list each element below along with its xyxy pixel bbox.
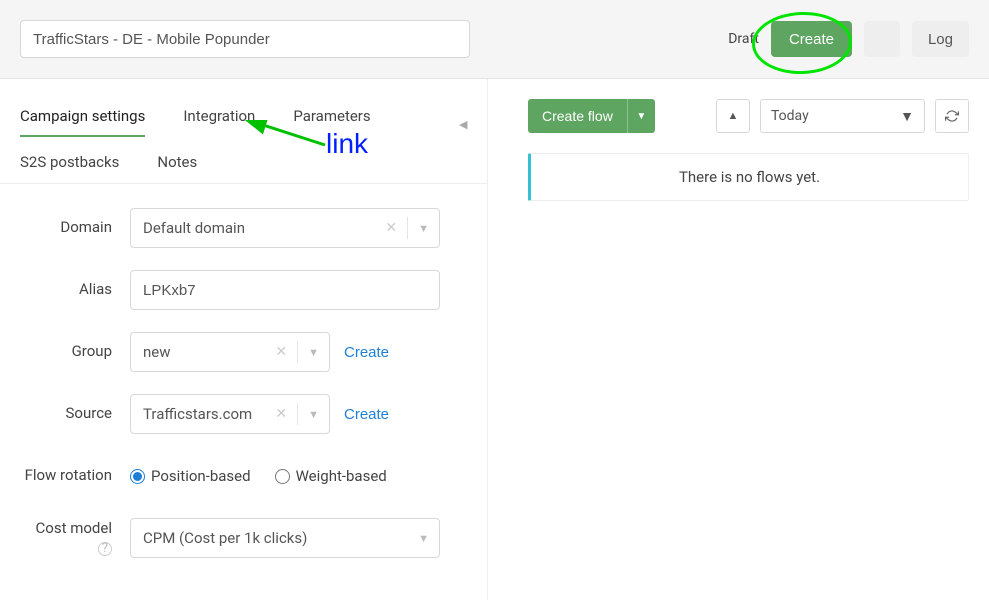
tab-integration[interactable]: Integration xyxy=(183,97,255,137)
row-domain: Domain Default domain ✕ ▼ xyxy=(20,208,467,248)
chevron-down-icon: ▼ xyxy=(300,346,319,359)
tab-notes[interactable]: Notes xyxy=(157,143,197,183)
tabs: Campaign settings Integration Parameters… xyxy=(0,79,487,184)
flow-toolbar: Create flow ▼ ▲ Today ▼ xyxy=(528,99,969,133)
caret-up-button[interactable]: ▲ xyxy=(716,99,750,133)
tab-row-2: S2S postbacks Notes xyxy=(20,137,467,183)
create-flow-dropdown[interactable]: ▼ xyxy=(627,99,655,133)
label-alias: Alias xyxy=(20,280,130,300)
left-column: Campaign settings Integration Parameters… xyxy=(0,79,488,600)
status-label: Draft xyxy=(728,31,759,47)
group-select[interactable]: new ✕ ▼ xyxy=(130,332,330,372)
chevron-down-icon: ▼ xyxy=(410,222,429,235)
radio-label: Weight-based xyxy=(296,467,387,485)
source-value: Trafficstars.com xyxy=(143,405,271,423)
create-group-link[interactable]: Create xyxy=(344,344,389,361)
label-flow-rotation: Flow rotation xyxy=(20,466,130,486)
create-source-link[interactable]: Create xyxy=(344,406,389,423)
row-alias: Alias xyxy=(20,270,467,310)
tab-parameters[interactable]: Parameters xyxy=(293,97,370,137)
tab-campaign-settings[interactable]: Campaign settings xyxy=(20,97,145,137)
tab-collapse-icon[interactable]: ◀ xyxy=(459,118,467,126)
create-flow-button[interactable]: Create flow xyxy=(528,99,627,133)
row-source: Source Trafficstars.com ✕ ▼ Create xyxy=(20,394,467,434)
help-icon[interactable]: ? xyxy=(98,542,112,556)
cost-model-value: CPM (Cost per 1k clicks) xyxy=(143,529,410,547)
radio-label: Position-based xyxy=(151,467,251,485)
empty-flows-message: There is no flows yet. xyxy=(528,153,969,201)
right-column: Create flow ▼ ▲ Today ▼ There is no flow… xyxy=(488,79,989,600)
label-group: Group xyxy=(20,342,130,362)
domain-value: Default domain xyxy=(143,219,381,237)
flow-rotation-radios: Position-based Weight-based xyxy=(130,467,387,485)
link-icon-button[interactable] xyxy=(864,21,900,57)
label-source: Source xyxy=(20,404,130,424)
chevron-down-icon: ▼ xyxy=(900,108,914,125)
radio-position-based[interactable]: Position-based xyxy=(130,467,251,485)
source-select[interactable]: Trafficstars.com ✕ ▼ xyxy=(130,394,330,434)
refresh-button[interactable] xyxy=(935,99,969,133)
label-domain: Domain xyxy=(20,218,130,238)
chevron-down-icon: ▼ xyxy=(410,532,429,545)
clear-icon[interactable]: ✕ xyxy=(271,344,291,360)
clear-icon[interactable]: ✕ xyxy=(271,406,291,422)
alias-input[interactable] xyxy=(130,270,440,310)
date-range-value: Today xyxy=(771,108,900,124)
caret-up-icon: ▲ xyxy=(728,110,739,122)
tab-s2s-postbacks[interactable]: S2S postbacks xyxy=(20,143,119,183)
create-button[interactable]: Create xyxy=(771,21,852,57)
clear-icon[interactable]: ✕ xyxy=(381,220,401,236)
radio-input[interactable] xyxy=(130,469,145,484)
chevron-down-icon: ▼ xyxy=(300,408,319,421)
row-group: Group new ✕ ▼ Create xyxy=(20,332,467,372)
label-cost-model: Cost model ? xyxy=(20,519,130,558)
cost-model-select[interactable]: CPM (Cost per 1k clicks) ▼ xyxy=(130,518,440,558)
topbar: Draft Create Log xyxy=(0,0,989,79)
radio-input[interactable] xyxy=(275,469,290,484)
campaign-name-input[interactable] xyxy=(20,20,470,58)
log-button[interactable]: Log xyxy=(912,21,969,57)
create-flow-group: Create flow ▼ xyxy=(528,99,655,133)
campaign-form: Domain Default domain ✕ ▼ Alias Grou xyxy=(0,184,487,600)
date-range-select[interactable]: Today ▼ xyxy=(760,99,925,133)
domain-select[interactable]: Default domain ✕ ▼ xyxy=(130,208,440,248)
refresh-icon xyxy=(945,109,959,123)
main-row: Campaign settings Integration Parameters… xyxy=(0,79,989,600)
group-value: new xyxy=(143,343,271,361)
row-flow-rotation: Flow rotation Position-based Weight-base… xyxy=(20,456,467,496)
radio-weight-based[interactable]: Weight-based xyxy=(275,467,387,485)
row-cost-model: Cost model ? CPM (Cost per 1k clicks) ▼ xyxy=(20,518,467,558)
